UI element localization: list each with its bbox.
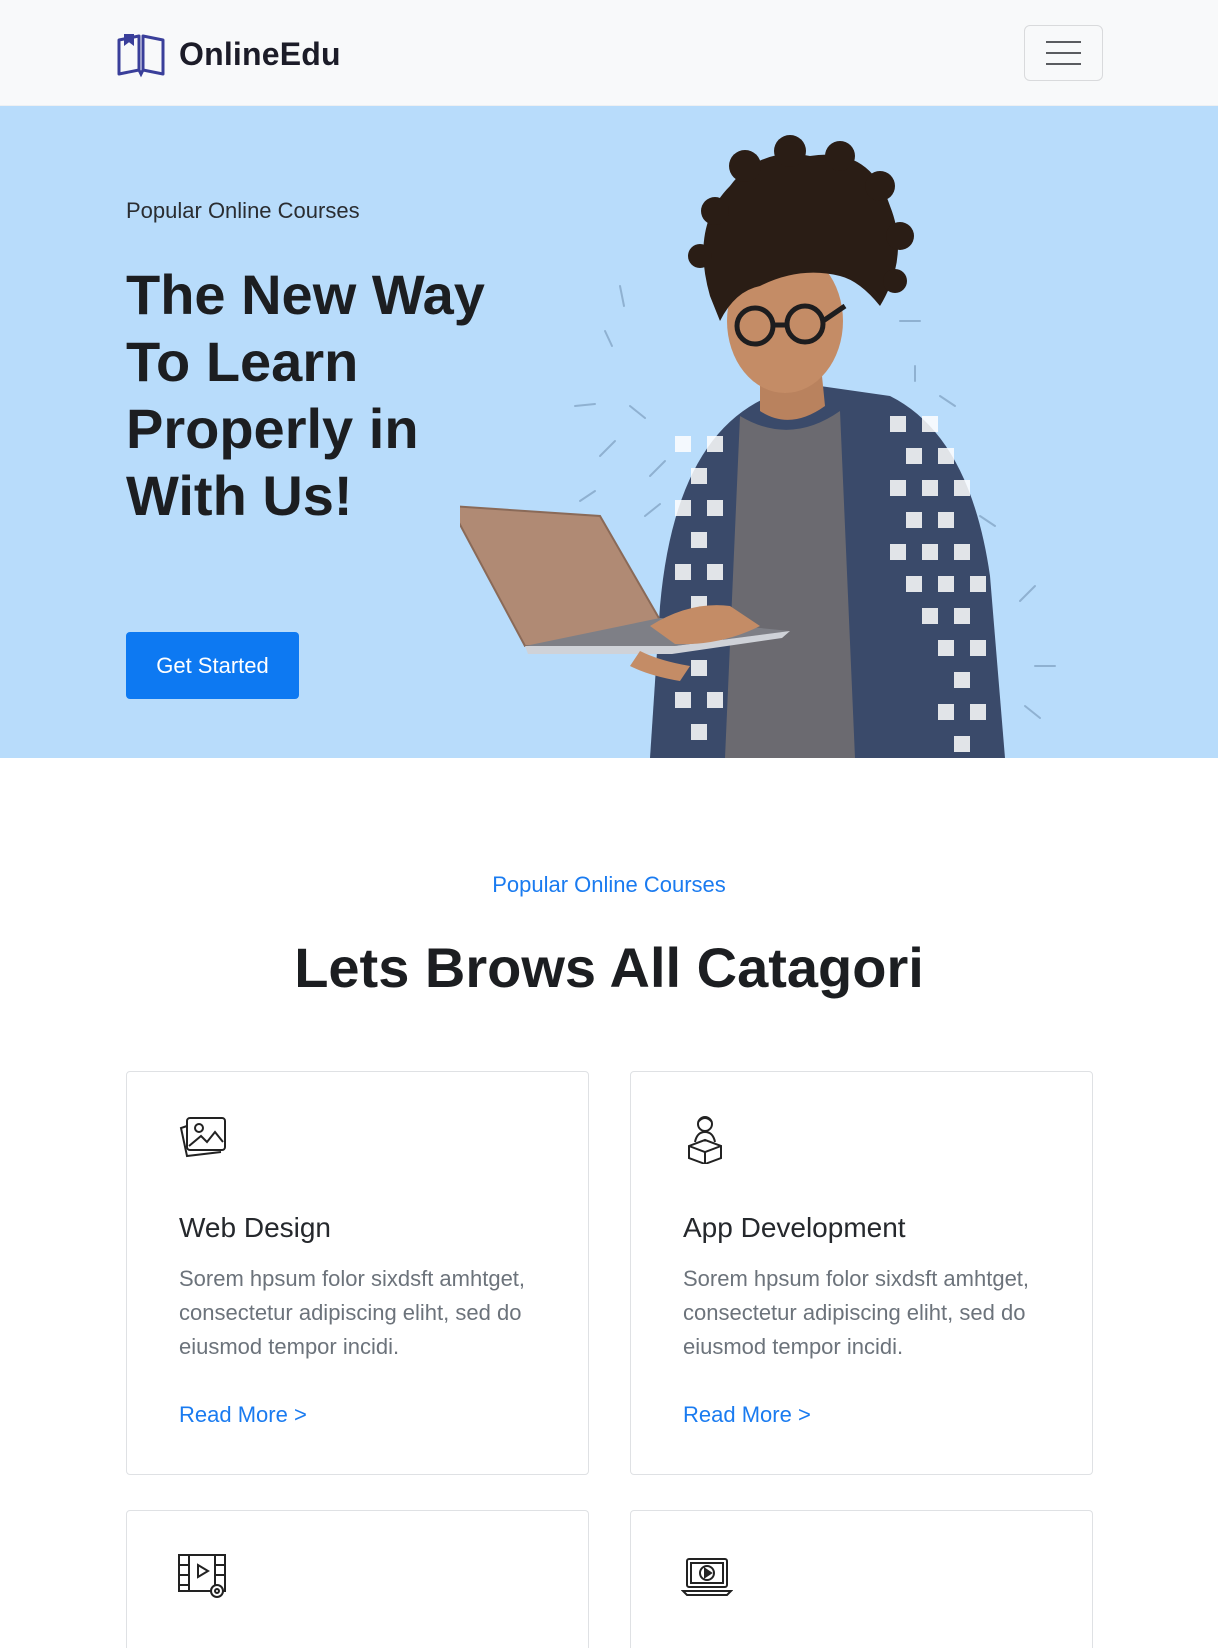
hero-title: The New Way To Learn Properly in With Us… — [126, 263, 485, 527]
hamburger-icon — [1046, 41, 1081, 65]
developer-box-icon — [688, 1116, 722, 1164]
course-card-web-design: Web Design Sorem hpsum folor sixdsft amh… — [126, 1071, 589, 1475]
course-card-description: Sorem hpsum folor sixdsft amhtget, conse… — [179, 1266, 526, 1359]
read-more-link[interactable]: Read More > — [179, 1402, 307, 1428]
course-card-app-development: App Development Sorem hpsum folor sixdsf… — [630, 1071, 1093, 1475]
image-gallery-icon — [179, 1117, 226, 1158]
section-subtitle: Popular Online Courses — [492, 872, 726, 897]
course-card — [630, 1510, 1093, 1648]
get-started-button[interactable]: Get Started — [126, 632, 299, 699]
book-logo-icon — [117, 34, 165, 78]
hero-section: Popular Online Courses The New Way To Le… — [0, 106, 1218, 758]
course-card-description: Sorem hpsum folor sixdsft amhtget, conse… — [683, 1266, 1030, 1359]
section-title: Lets Brows All Catagori — [294, 936, 924, 999]
hero-subtitle: Popular Online Courses — [126, 198, 360, 223]
brand-name: OnlineEdu — [179, 35, 341, 72]
course-card-title: App Development — [683, 1212, 906, 1243]
brand-link[interactable]: OnlineEdu — [115, 30, 341, 78]
student-with-laptop-image — [460, 135, 1056, 758]
course-card-title: Web Design — [179, 1212, 332, 1243]
read-more-link[interactable]: Read More > — [683, 1402, 811, 1428]
navbar: OnlineEdu — [0, 0, 1218, 106]
video-settings-icon — [178, 1554, 226, 1598]
course-card — [126, 1510, 589, 1648]
menu-toggle-button[interactable] — [1024, 25, 1103, 81]
laptop-play-icon — [681, 1558, 733, 1596]
